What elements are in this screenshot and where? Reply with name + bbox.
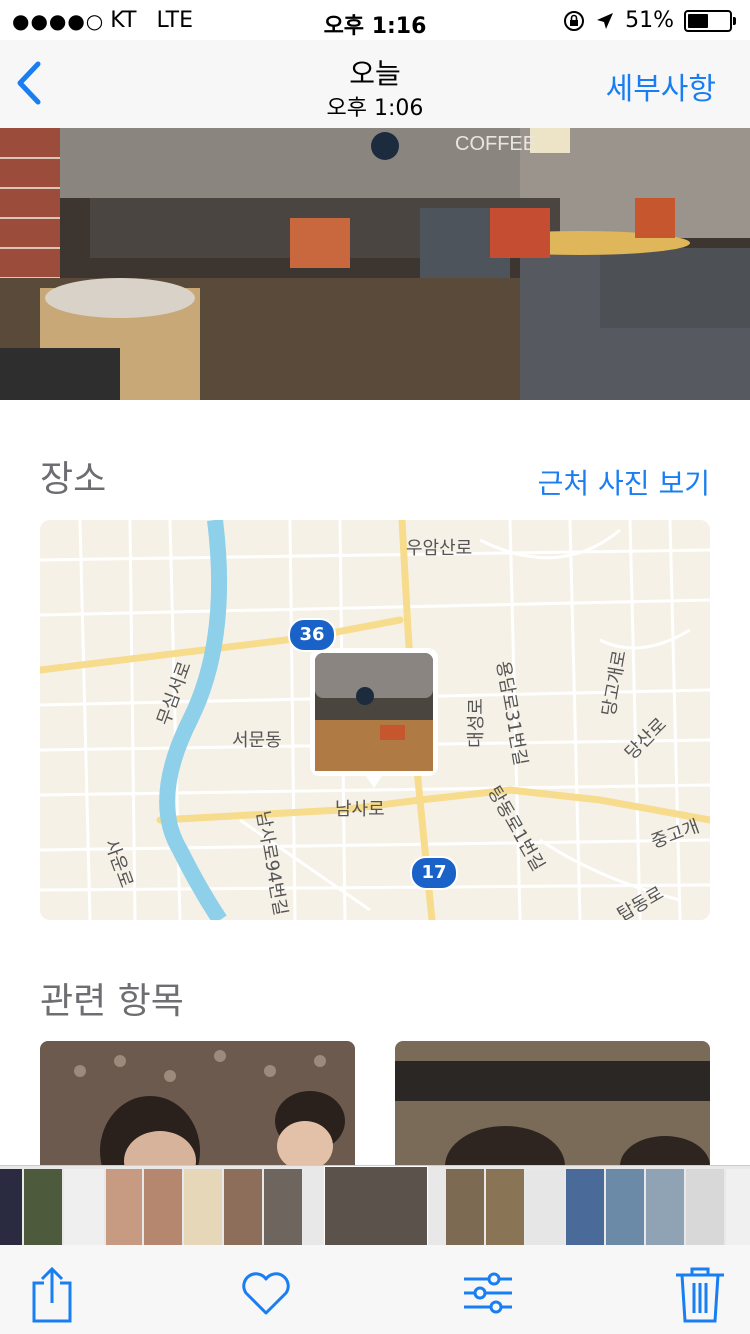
filmstrip-thumb[interactable]	[686, 1169, 724, 1245]
map-label: 대성로	[465, 698, 487, 748]
filmstrip-thumb[interactable]	[224, 1169, 262, 1245]
cafe-photo-image: COFFEE	[0, 128, 750, 400]
filmstrip-thumb[interactable]	[646, 1169, 684, 1245]
places-section-title: 장소	[40, 459, 107, 500]
favorite-button[interactable]	[238, 1265, 294, 1321]
details-button[interactable]: 세부사항	[606, 64, 716, 108]
related-memory-card[interactable]	[40, 1041, 355, 1171]
photo-filmstrip[interactable]	[0, 1165, 750, 1246]
map-canvas	[40, 520, 710, 920]
filmstrip-thumb[interactable]	[606, 1169, 644, 1245]
filmstrip-thumb[interactable]	[726, 1169, 750, 1245]
location-arrow-icon	[597, 12, 614, 29]
heart-icon	[242, 1272, 290, 1315]
filmstrip-thumb[interactable]	[264, 1169, 302, 1245]
edit-adjust-button[interactable]	[460, 1265, 516, 1321]
map-label: 남사로	[335, 799, 385, 820]
related-section-title: 관련 항목	[40, 981, 184, 1022]
route-badge: 17	[410, 856, 458, 890]
filmstrip-thumb[interactable]	[526, 1169, 564, 1245]
delete-button[interactable]	[672, 1265, 728, 1323]
related-photo-image	[395, 1041, 710, 1171]
photo-preview[interactable]: COFFEE	[0, 128, 750, 400]
bottom-toolbar	[0, 1245, 750, 1334]
related-photo-image	[40, 1041, 355, 1171]
svg-text:COFFEE: COFFEE	[455, 133, 536, 155]
filmstrip-thumb[interactable]	[446, 1169, 484, 1245]
navigation-bar: 오늘 오후 1:06 세부사항	[0, 40, 750, 128]
status-right: 51%	[563, 8, 736, 33]
trash-icon	[676, 1267, 724, 1323]
filmstrip-thumb[interactable]	[64, 1169, 104, 1245]
filmstrip-current-thumb[interactable]	[324, 1166, 428, 1246]
route-badge: 36	[288, 618, 336, 652]
share-button[interactable]	[24, 1265, 80, 1323]
orientation-lock-icon	[564, 10, 585, 31]
filmstrip-thumb[interactable]	[184, 1169, 222, 1245]
filmstrip-thumb[interactable]	[566, 1169, 604, 1245]
map-label: 서문동	[232, 730, 282, 751]
share-icon	[32, 1266, 72, 1323]
status-bar: ●●●●○ KT LTE 오후 1:16 51%	[0, 0, 750, 40]
filmstrip-thumb[interactable]	[106, 1169, 142, 1245]
filmstrip-thumb[interactable]	[144, 1169, 182, 1245]
filmstrip-thumb[interactable]	[0, 1169, 22, 1245]
sliders-icon	[464, 1272, 512, 1314]
filmstrip-thumb[interactable]	[486, 1169, 524, 1245]
nearby-photos-link[interactable]: 근처 사진 보기	[538, 462, 710, 502]
map-label: 우암산로	[406, 538, 473, 559]
battery-icon	[684, 9, 736, 32]
location-map[interactable]: 우암산로 서문동 남사로 대성로 탕동로1번길 무심서로 사운로 남사로94번길…	[40, 520, 710, 920]
battery-percent: 51%	[625, 8, 674, 33]
photo-location-pin[interactable]	[310, 648, 438, 788]
filmstrip-thumb[interactable]	[24, 1169, 62, 1245]
related-memory-card[interactable]	[395, 1041, 710, 1171]
